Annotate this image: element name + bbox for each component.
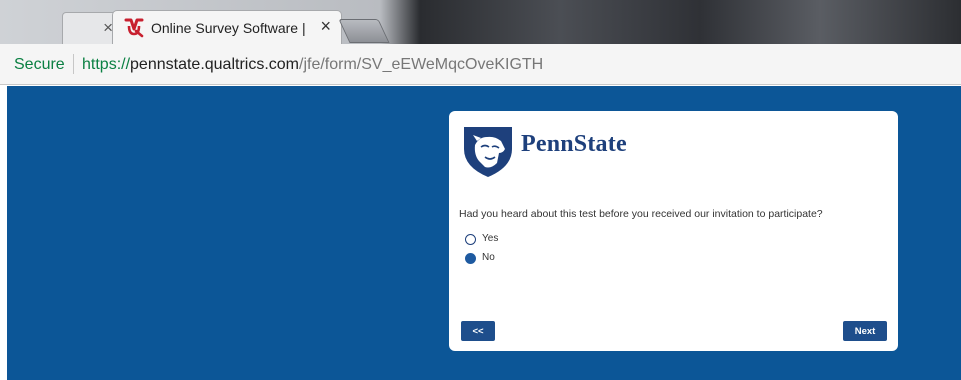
url-text[interactable]: https://pennstate.qualtrics.com/jfe/form… bbox=[82, 56, 543, 74]
radio-button-unselected[interactable] bbox=[465, 234, 476, 245]
browser-tab-active[interactable]: Online Survey Software | × bbox=[112, 10, 342, 45]
tab-title: Online Survey Software | bbox=[151, 20, 306, 36]
url-scheme: https:// bbox=[82, 56, 131, 73]
address-bar[interactable]: Secure https://pennstate.qualtrics.com/j… bbox=[0, 44, 961, 85]
new-tab-button[interactable] bbox=[338, 19, 390, 43]
survey-card: PennState Had you heard about this test … bbox=[449, 111, 898, 351]
next-button[interactable]: Next bbox=[843, 321, 887, 341]
secure-label[interactable]: Secure bbox=[14, 56, 65, 74]
address-divider bbox=[73, 54, 74, 74]
choice-label[interactable]: No bbox=[482, 252, 495, 263]
penn-state-shield-icon bbox=[464, 127, 512, 177]
url-host: pennstate.qualtrics.com bbox=[130, 56, 300, 73]
browser-tab-strip: × Online Survey Software | × bbox=[0, 0, 961, 45]
choice-label[interactable]: Yes bbox=[482, 233, 498, 244]
tab-close-icon[interactable]: × bbox=[320, 17, 331, 35]
question-text: Had you heard about this test before you… bbox=[459, 208, 823, 220]
radio-button-selected[interactable] bbox=[465, 253, 476, 264]
back-button[interactable]: << bbox=[461, 321, 495, 341]
url-path: /jfe/form/SV_eEWeMqcOveKIGTH bbox=[299, 56, 544, 73]
penn-state-wordmark: PennState bbox=[521, 131, 627, 157]
qualtrics-favicon-icon bbox=[124, 18, 144, 38]
